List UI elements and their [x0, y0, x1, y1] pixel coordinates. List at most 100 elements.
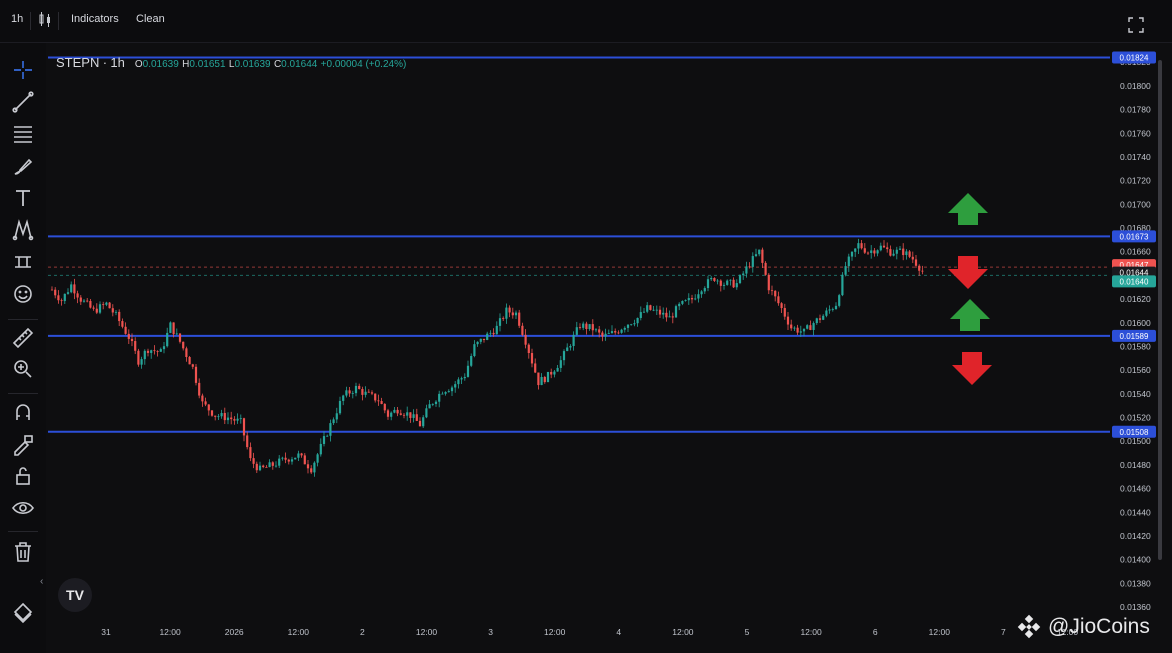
interval-button[interactable]: 1h: [11, 13, 23, 25]
candle: [780, 303, 783, 309]
candle: [738, 275, 742, 284]
eye-icon[interactable]: [11, 496, 35, 520]
candle: [774, 290, 777, 297]
y-tick-label: 0.01700: [1120, 199, 1151, 209]
candle: [514, 312, 518, 316]
layers-icon[interactable]: [11, 600, 35, 624]
candle: [591, 324, 594, 331]
candle: [630, 324, 633, 326]
x-tick-label: 12:00: [288, 627, 310, 637]
candle: [297, 453, 300, 458]
x-tick-label: 4: [616, 627, 621, 637]
candle: [63, 293, 66, 302]
candle: [316, 454, 319, 463]
candle: [127, 333, 130, 339]
candle: [370, 392, 374, 394]
candle: [793, 327, 796, 329]
candle: [422, 417, 425, 427]
candle: [428, 404, 431, 409]
candle: [710, 277, 713, 280]
indicators-button[interactable]: Indicators: [71, 13, 119, 25]
clean-button[interactable]: Clean: [136, 13, 165, 25]
scrollbar[interactable]: [1158, 60, 1162, 560]
candle: [242, 418, 246, 436]
x-tick-label: 6: [873, 627, 878, 637]
y-tick-label: 0.01580: [1120, 341, 1151, 351]
candle: [921, 270, 924, 272]
candle: [447, 391, 450, 393]
candle: [831, 309, 834, 310]
y-tick-label: 0.01740: [1120, 152, 1151, 162]
candle: [620, 329, 623, 333]
zoom-in-icon[interactable]: [11, 357, 35, 381]
crosshair-icon[interactable]: [11, 58, 35, 82]
ruler-icon[interactable]: [11, 326, 35, 350]
price-chart[interactable]: 0.018200.018000.017800.017600.017400.017…: [46, 43, 1158, 653]
candle: [425, 408, 428, 418]
candle: [838, 295, 841, 306]
magnet-icon[interactable]: [11, 400, 35, 424]
candle: [844, 266, 847, 275]
candle: [473, 344, 476, 356]
candle: [578, 327, 582, 329]
candle: [684, 300, 687, 301]
candle: [278, 458, 281, 466]
x-tick-label: 12:00: [929, 627, 951, 637]
candle: [454, 384, 457, 388]
y-tick-label: 0.01420: [1120, 531, 1151, 541]
candle: [287, 459, 290, 462]
x-tick-label: 12:00: [159, 627, 181, 637]
candle: [828, 309, 831, 311]
price-tag-label: 0.01589: [1120, 332, 1149, 341]
sidebar-divider: [8, 393, 38, 394]
text-icon[interactable]: [11, 186, 35, 210]
candle: [258, 465, 262, 471]
candle: [559, 360, 562, 368]
candle: [479, 338, 482, 342]
candle: [521, 325, 524, 335]
candle: [892, 253, 895, 256]
candle: [732, 279, 735, 288]
measure-range-icon[interactable]: [11, 250, 35, 274]
sidebar-divider: [8, 319, 38, 320]
candle: [546, 371, 550, 383]
pattern-icon[interactable]: [11, 218, 35, 242]
candle: [390, 412, 393, 417]
candle: [802, 328, 806, 332]
candle: [450, 387, 454, 392]
candle: [268, 462, 271, 468]
y-tick-label: 0.01480: [1120, 460, 1151, 470]
candle: [799, 331, 802, 333]
candle: [306, 464, 310, 469]
candle: [457, 379, 460, 385]
candle: [239, 418, 242, 420]
collapse-sidebar-icon[interactable]: ‹: [40, 576, 43, 587]
candle: [777, 296, 780, 304]
emoji-icon[interactable]: [11, 282, 35, 306]
candle: [607, 333, 610, 334]
brush-icon[interactable]: [11, 154, 35, 178]
y-tick-label: 0.01380: [1120, 578, 1151, 588]
candle: [623, 327, 626, 330]
fullscreen-icon[interactable]: [1128, 17, 1144, 33]
candles-icon[interactable]: [38, 12, 52, 31]
candle: [57, 295, 60, 301]
lock-drawing-icon[interactable]: [11, 432, 35, 456]
candle: [719, 280, 722, 286]
candle: [751, 256, 754, 267]
trash-icon[interactable]: [11, 540, 35, 564]
y-tick-label: 0.01400: [1120, 555, 1151, 565]
lock-icon[interactable]: [11, 464, 35, 488]
candle: [585, 323, 588, 330]
legend-separator: ·: [102, 55, 108, 70]
candle: [233, 419, 236, 421]
candle: [354, 385, 358, 394]
candle: [367, 391, 370, 393]
trend-line-icon[interactable]: [11, 90, 35, 114]
candle: [713, 277, 716, 281]
fib-lines-icon[interactable]: [11, 122, 35, 146]
candle: [863, 248, 866, 253]
candle: [748, 266, 751, 268]
candle: [498, 318, 502, 326]
candle: [271, 462, 274, 466]
